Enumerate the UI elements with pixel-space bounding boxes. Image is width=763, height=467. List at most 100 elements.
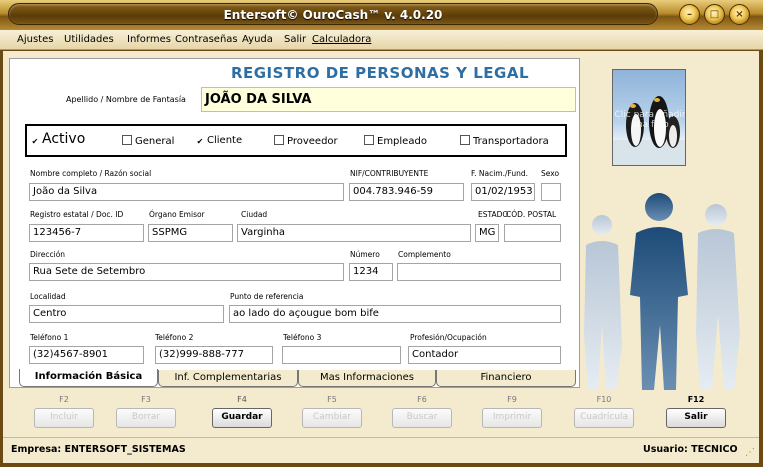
checkbox-general[interactable]: General <box>122 135 174 147</box>
borrar-button[interactable]: F3 Borrar <box>116 395 176 428</box>
complemento-label: Complemento <box>398 250 451 259</box>
nif-label: NIF/CONTRIBUYENTE <box>350 169 429 178</box>
estado-input[interactable]: MG <box>475 224 499 242</box>
tab-mas-informaciones[interactable]: Mas Informaciones <box>298 370 436 387</box>
menu-ayuda[interactable]: Ayuda <box>242 30 273 50</box>
telefono3-label: Teléfono 3 <box>283 333 322 342</box>
localidad-input[interactable]: Centro <box>29 305 224 323</box>
telefono2-input[interactable]: (32)999-888-777 <box>155 346 273 364</box>
form-title: REGISTRO DE PERSONAS Y LEGAL <box>230 64 530 82</box>
menu-utilidades[interactable]: Utilidades <box>64 30 114 50</box>
resize-grip-icon[interactable]: ⋰ <box>745 448 757 460</box>
telefono1-label: Teléfono 1 <box>30 333 69 342</box>
tab-informacion-basica[interactable]: Información Básica <box>19 369 158 387</box>
registro-input[interactable]: 123456-7 <box>29 224 144 242</box>
nif-input[interactable]: 004.783.946-59 <box>349 183 464 201</box>
fkey-button-text: Buscar <box>392 408 452 428</box>
buscar-button[interactable]: F6 Buscar <box>392 395 452 428</box>
checkbox-activo-label: Activo <box>42 131 86 147</box>
people-silhouette-icon <box>584 193 740 390</box>
name-input[interactable]: JOÃO DA SILVA <box>201 87 576 112</box>
cuadricula-button[interactable]: F10 Cuadrícula <box>574 395 634 428</box>
maximize-icon: □ <box>709 9 720 20</box>
checkbox-proveedor[interactable]: Proveedor <box>274 135 338 147</box>
menu-ajustes[interactable]: Ajustes <box>17 30 53 50</box>
check-mark-icon: ✔ <box>196 137 204 146</box>
direccion-label: Dirección <box>30 250 66 259</box>
telefono1-input[interactable]: (32)4567-8901 <box>29 346 144 364</box>
fkey-button-text: Borrar <box>116 408 176 428</box>
photo-hint: Clic para añadir una foto <box>614 110 686 130</box>
tab-financiero[interactable]: Financiero <box>436 370 576 387</box>
photo-box[interactable]: Clic para añadir una foto <box>612 69 686 166</box>
checkbox-icon <box>364 135 374 145</box>
maximize-button[interactable]: □ <box>704 4 725 25</box>
checkbox-general-label: General <box>135 136 175 147</box>
fkey-label: F10 <box>596 395 612 404</box>
fkey-label: F12 <box>687 395 705 404</box>
profesion-label: Profesión/Ocupación <box>410 333 487 342</box>
telefono2-label: Teléfono 2 <box>155 333 194 342</box>
organo-input[interactable]: SSPMG <box>148 224 233 242</box>
ciudad-label: Ciudad <box>241 210 268 219</box>
direccion-input[interactable]: Rua Sete de Setembro <box>29 263 344 281</box>
complemento-input[interactable] <box>397 263 561 281</box>
nombre-completo-input[interactable]: João da Silva <box>29 183 344 201</box>
tab-inf-complementarias[interactable]: Inf. Complementarias <box>158 370 298 387</box>
menu-bar: Ajustes Utilidades Informes Contraseñas … <box>0 30 763 50</box>
ciudad-input[interactable]: Varginha <box>237 224 471 242</box>
profesion-input[interactable]: Contador <box>408 346 561 364</box>
checkbox-icon <box>122 135 132 145</box>
incluir-button[interactable]: F2 Incluir <box>34 395 94 428</box>
punto-ref-label: Punto de referencia <box>230 292 304 301</box>
sexo-label: Sexo <box>541 169 560 178</box>
title-bar[interactable]: Entersoft© OuroCash™ v. 4.0.20 – □ × <box>0 0 763 30</box>
check-mark-icon: ✔ <box>31 137 39 146</box>
nombre-completo-label: Nombre completo / Razón social <box>30 169 152 178</box>
checkbox-cliente[interactable]: ✔ Cliente <box>196 135 242 147</box>
salir-button[interactable]: F12 Salir <box>666 395 726 428</box>
menu-contrasenas[interactable]: Contraseñas <box>175 30 238 50</box>
checkbox-empleado[interactable]: Empleado <box>364 135 427 147</box>
registro-label: Registro estatal / Doc. ID <box>30 210 124 219</box>
close-button[interactable]: × <box>729 4 750 25</box>
imprimir-button[interactable]: F9 Imprimir <box>482 395 542 428</box>
checkbox-cliente-label: Cliente <box>207 135 243 146</box>
cod-postal-label: CÓD. POSTAL <box>506 210 557 219</box>
localidad-label: Localidad <box>30 292 66 301</box>
checkbox-empleado-label: Empleado <box>377 136 427 147</box>
fkey-label: F2 <box>59 395 69 404</box>
fkey-label: F5 <box>327 395 337 404</box>
estado-label: ESTADO <box>478 210 509 219</box>
name-label: Apellido / Nombre de Fantasía <box>66 95 186 104</box>
fkey-button-text: Guardar <box>212 408 272 428</box>
guardar-button[interactable]: F4 Guardar <box>212 395 272 428</box>
telefono3-input[interactable] <box>282 346 401 364</box>
fkey-label: F6 <box>417 395 427 404</box>
fkey-button-text: Cuadrícula <box>574 408 634 428</box>
cambiar-button[interactable]: F5 Cambiar <box>302 395 362 428</box>
fkey-label: F4 <box>237 395 247 404</box>
checkbox-icon <box>460 135 470 145</box>
minimize-button[interactable]: – <box>679 4 700 25</box>
close-icon: × <box>735 9 744 20</box>
fkey-button-text: Incluir <box>34 408 94 428</box>
window-title: Entersoft© OuroCash™ v. 4.0.20 <box>223 8 443 22</box>
punto-ref-input[interactable]: ao lado do açougue bom bife <box>229 305 561 323</box>
empresa-status: Empresa: ENTERSOFT_SISTEMAS <box>11 444 186 455</box>
menu-salir[interactable]: Salir <box>284 30 306 50</box>
checkbox-transportadora[interactable]: Transportadora <box>460 135 549 147</box>
sexo-input[interactable] <box>541 183 561 201</box>
numero-label: Número <box>350 250 380 259</box>
menu-calculadora[interactable]: Calculadora <box>312 30 371 50</box>
numero-input[interactable]: 1234 <box>349 263 393 281</box>
fkey-label: F3 <box>141 395 151 404</box>
fnacim-input[interactable]: 01/02/1953 <box>471 183 535 201</box>
minimize-icon: – <box>687 9 692 20</box>
fkey-label: F9 <box>507 395 517 404</box>
checkbox-activo[interactable]: ✔ Activo <box>31 131 86 147</box>
fkey-button-text: Cambiar <box>302 408 362 428</box>
menu-informes[interactable]: Informes <box>127 30 171 50</box>
fkey-button-text: Salir <box>666 408 726 428</box>
cod-postal-input[interactable] <box>504 224 561 242</box>
